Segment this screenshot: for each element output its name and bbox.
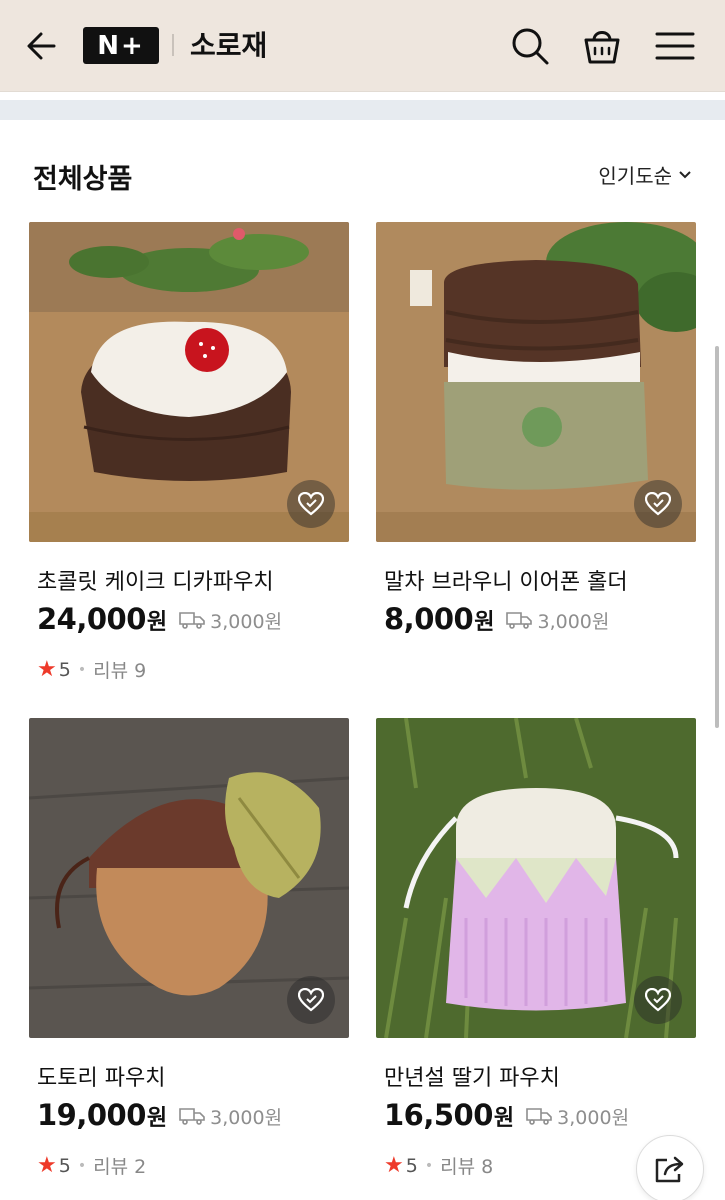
shipping-fee: 3,000원 [210,1106,283,1129]
scrollbar[interactable] [715,346,719,728]
naver-plus-logo[interactable]: N+ [83,27,159,64]
product-price: 24,000 [37,602,146,636]
product-name[interactable]: 도토리 파우치 [37,1060,165,1092]
separator-dot: • [77,1157,87,1174]
shipping-fee: 3,000원 [537,610,610,633]
rating-value: 5 [58,658,71,681]
review-count: 리뷰 9 [93,660,147,682]
section-title: 전체상품 [33,164,133,195]
truck-icon [506,612,533,629]
truck-icon [526,1108,552,1125]
price-row: 19,000 원 3,000원 [37,1098,282,1132]
review-count: 리뷰 2 [93,1156,147,1178]
rating-value: 5 [405,1154,418,1177]
rating-row: ★ 5 • 리뷰 8 [384,1152,493,1179]
share-icon [655,1156,684,1183]
heart-icon [645,988,671,1012]
sort-label: 인기도순 [598,164,672,188]
product-name[interactable]: 만년설 딸기 파우치 [384,1060,560,1092]
shipping-fee: 3,000원 [210,610,283,633]
shipping-info: 3,000원 [526,1103,629,1130]
currency-label: 원 [474,610,495,635]
wishlist-button[interactable] [634,976,682,1024]
search-button[interactable] [508,24,552,68]
logo-separator [172,34,174,56]
section-divider [0,100,725,120]
rating-row: ★ 5 • 리뷰 2 [37,1152,146,1179]
separator-dot: • [77,661,87,678]
star-icon: ★ [384,1153,404,1178]
wishlist-button[interactable] [287,976,335,1024]
search-icon [512,28,549,65]
currency-label: 원 [493,1106,515,1131]
truck-icon [179,1108,205,1125]
separator-dot: • [424,1157,434,1174]
product-price: 8,000 [384,602,474,636]
star-icon: ★ [37,1153,57,1178]
product-price: 16,500 [384,1098,493,1132]
share-button[interactable] [636,1135,704,1200]
store-name[interactable]: 소로재 [190,24,267,64]
price-row: 16,500 원 3,000원 [384,1098,629,1132]
chevron-down-icon [679,170,691,178]
wishlist-button[interactable] [634,480,682,528]
cart-button[interactable] [580,24,624,68]
star-icon: ★ [37,657,57,682]
product-name[interactable]: 말차 브라우니 이어폰 홀더 [384,564,628,596]
product-name[interactable]: 초콜릿 케이크 디카파우치 [37,564,274,596]
truck-icon [179,612,205,629]
heart-icon [298,492,324,516]
wishlist-button[interactable] [287,480,335,528]
sort-dropdown[interactable]: 인기도순 [598,160,692,189]
heart-icon [645,492,671,516]
back-arrow-icon [27,32,56,60]
heart-icon [298,988,324,1012]
price-row: 8,000 원 3,000원 [384,602,609,636]
product-image[interactable] [376,718,696,1038]
menu-icon [655,32,695,60]
currency-label: 원 [146,610,168,635]
menu-button[interactable] [653,24,697,68]
currency-label: 원 [146,1106,168,1131]
shopping-bag-icon [584,31,620,64]
shipping-info: 3,000원 [179,607,282,634]
back-button[interactable] [24,26,64,66]
rating-value: 5 [58,1154,71,1177]
product-image[interactable] [376,222,696,542]
rating-row: ★ 5 • 리뷰 9 [37,656,146,683]
review-count: 리뷰 8 [440,1156,494,1178]
top-header: N+ 소로재 [0,0,725,92]
product-image[interactable] [29,222,349,542]
price-row: 24,000 원 3,000원 [37,602,282,636]
product-image[interactable] [29,718,349,1038]
shipping-fee: 3,000원 [557,1106,630,1129]
shipping-info: 3,000원 [179,1103,282,1130]
product-price: 19,000 [37,1098,146,1132]
shipping-info: 3,000원 [506,607,609,634]
